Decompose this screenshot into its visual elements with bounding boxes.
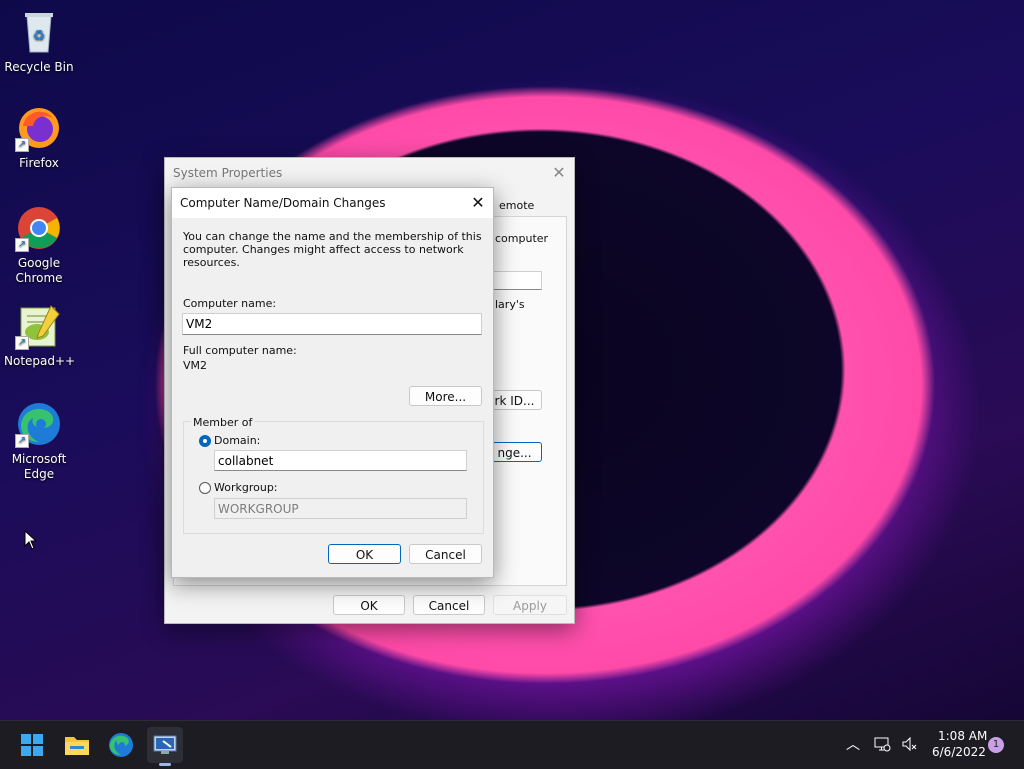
edge-icon bbox=[109, 733, 133, 757]
show-hidden-icons-chevron-up-icon[interactable]: ︿ bbox=[846, 734, 860, 754]
desktop-icon-label: Microsoft Edge bbox=[11, 452, 67, 481]
cancel-button[interactable]: Cancel bbox=[413, 595, 485, 615]
dialog-title: Computer Name/Domain Changes bbox=[180, 196, 386, 210]
shortcut-arrow-icon: ↗ bbox=[15, 336, 29, 350]
ok-button[interactable]: OK bbox=[333, 595, 405, 615]
volume-muted-icon[interactable] bbox=[900, 735, 918, 756]
system-properties-titlebar[interactable]: System Properties ✕ bbox=[165, 158, 574, 188]
cancel-button[interactable]: Cancel bbox=[409, 544, 482, 564]
computer-name-label: Computer name: bbox=[183, 297, 277, 310]
workgroup-label[interactable]: Workgroup: bbox=[214, 481, 278, 494]
taskbar: ︿ 1:08 AM 6/6/2022 1 bbox=[0, 720, 1024, 769]
panel-text-partial: computer bbox=[495, 232, 549, 245]
description-field-partial[interactable] bbox=[491, 271, 542, 290]
close-icon[interactable]: ✕ bbox=[544, 158, 574, 188]
firefox-icon: ↗ bbox=[15, 104, 63, 152]
full-computer-name-label: Full computer name: bbox=[183, 344, 297, 357]
domain-radio[interactable] bbox=[199, 435, 211, 447]
workgroup-input[interactable] bbox=[214, 498, 467, 519]
edge-icon: ↗ bbox=[15, 400, 63, 448]
desktop-icon-firefox[interactable]: ↗ Firefox bbox=[4, 104, 74, 171]
computer-name-input[interactable] bbox=[182, 313, 482, 335]
close-icon[interactable]: ✕ bbox=[463, 188, 493, 218]
shortcut-arrow-icon: ↗ bbox=[15, 138, 29, 152]
start-button[interactable] bbox=[14, 727, 50, 763]
apply-button[interactable]: Apply bbox=[493, 595, 567, 615]
domain-input[interactable] bbox=[214, 450, 467, 471]
full-computer-name-value: VM2 bbox=[183, 359, 208, 372]
desktop-icon-edge[interactable]: ↗ Microsoft Edge bbox=[4, 400, 74, 482]
panel-text-partial-2: lary's bbox=[495, 298, 525, 311]
window-title: System Properties bbox=[173, 166, 283, 180]
taskbar-file-explorer[interactable] bbox=[59, 727, 95, 763]
network-icon[interactable] bbox=[873, 735, 891, 756]
active-app-indicator bbox=[159, 763, 171, 766]
member-of-label: Member of bbox=[191, 416, 255, 429]
taskbar-clock-date[interactable]: 6/6/2022 bbox=[932, 745, 986, 759]
notification-badge[interactable]: 1 bbox=[988, 737, 1004, 753]
taskbar-system-properties[interactable] bbox=[147, 727, 183, 766]
mouse-cursor-icon bbox=[24, 529, 38, 553]
desktop-icon-notepadpp[interactable]: ↗ Notepad++ bbox=[4, 302, 76, 369]
taskbar-edge[interactable] bbox=[103, 727, 139, 763]
system-properties-icon bbox=[153, 735, 177, 754]
folder-icon bbox=[65, 737, 89, 755]
domain-changes-dialog[interactable]: Computer Name/Domain Changes ✕ You can c… bbox=[171, 187, 494, 578]
desktop-icon-label: Google Chrome bbox=[15, 256, 63, 285]
more-button[interactable]: More... bbox=[409, 386, 482, 406]
domain-label[interactable]: Domain: bbox=[214, 434, 260, 447]
notepadpp-icon: ↗ bbox=[15, 302, 63, 350]
taskbar-clock-time[interactable]: 1:08 AM bbox=[938, 729, 987, 743]
ok-button[interactable]: OK bbox=[328, 544, 401, 564]
recycle-bin-icon: ♻ bbox=[15, 8, 63, 56]
windows-start-icon bbox=[21, 734, 43, 756]
network-id-button[interactable]: rk ID... bbox=[487, 390, 542, 410]
desktop-icon-label: Recycle Bin bbox=[4, 60, 74, 74]
chrome-icon: ↗ bbox=[15, 204, 63, 252]
change-button[interactable]: nge... bbox=[487, 442, 542, 462]
desktop-icon-label: Notepad++ bbox=[4, 354, 76, 368]
svg-text:♻: ♻ bbox=[33, 28, 46, 44]
desktop-icon-recycle-bin[interactable]: ♻ Recycle Bin bbox=[4, 8, 74, 75]
shortcut-arrow-icon: ↗ bbox=[15, 238, 29, 252]
domain-dialog-titlebar[interactable]: Computer Name/Domain Changes ✕ bbox=[172, 188, 493, 218]
desktop-icon-chrome[interactable]: ↗ Google Chrome bbox=[4, 204, 74, 286]
workgroup-radio[interactable] bbox=[199, 482, 211, 494]
desktop-icon-label: Firefox bbox=[19, 156, 59, 170]
tab-remote-partial[interactable]: emote bbox=[499, 199, 534, 212]
shortcut-arrow-icon: ↗ bbox=[15, 434, 29, 448]
dialog-description: You can change the name and the membersh… bbox=[183, 230, 482, 269]
